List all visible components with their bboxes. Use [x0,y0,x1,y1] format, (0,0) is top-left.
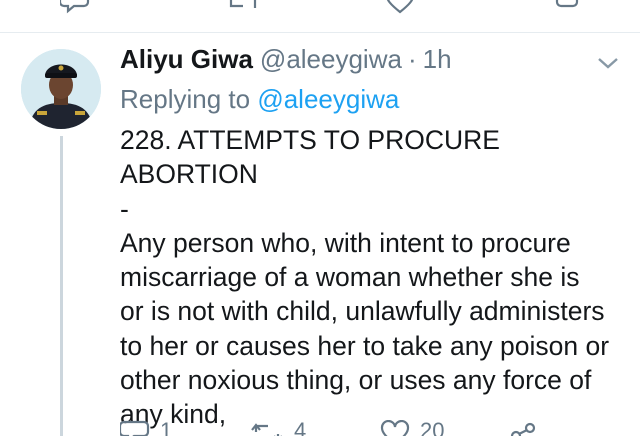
thread-connector-line [60,136,63,436]
chevron-down-icon[interactable] [596,54,620,72]
tweet-actions: 1 4 20 [120,416,620,436]
tweet-header: Aliyu Giwa @aleeygiwa · 1h [120,44,452,80]
tweet-text: 228. ATTEMPTS TO PROCURE ABORTION - Any … [120,125,610,430]
retweet-button[interactable]: 4 [250,420,306,436]
retweet-icon [251,423,282,436]
like-count: 20 [420,418,445,436]
reply-icon[interactable] [60,0,90,14]
reply-button[interactable]: 1 [120,420,172,436]
replying-to: Replying to @aleeygiwa [120,84,399,115]
share-button[interactable] [508,420,538,436]
avatar[interactable] [21,49,101,129]
replying-to-label: Replying to [120,84,251,114]
like-button[interactable]: 20 [380,420,444,436]
reply-icon [120,420,150,436]
retweet-icon[interactable] [228,0,258,14]
heart-icon[interactable] [385,0,415,14]
tweet-divider [0,32,640,33]
share-icon [510,422,536,436]
heart-icon [380,420,410,436]
author-handle[interactable]: @aleeygiwa [260,44,402,75]
author-display-name[interactable]: Aliyu Giwa [120,44,253,75]
police-officer-avatar [21,49,101,129]
reply-count: 1 [160,418,173,436]
share-icon[interactable] [552,0,582,14]
replying-to-handle[interactable]: @aleeygiwa [257,84,399,114]
retweet-count: 4 [294,418,307,436]
header-separator: · [407,44,417,74]
previous-tweet-actions [0,0,640,14]
tweet-timestamp[interactable]: 1h [423,44,452,75]
